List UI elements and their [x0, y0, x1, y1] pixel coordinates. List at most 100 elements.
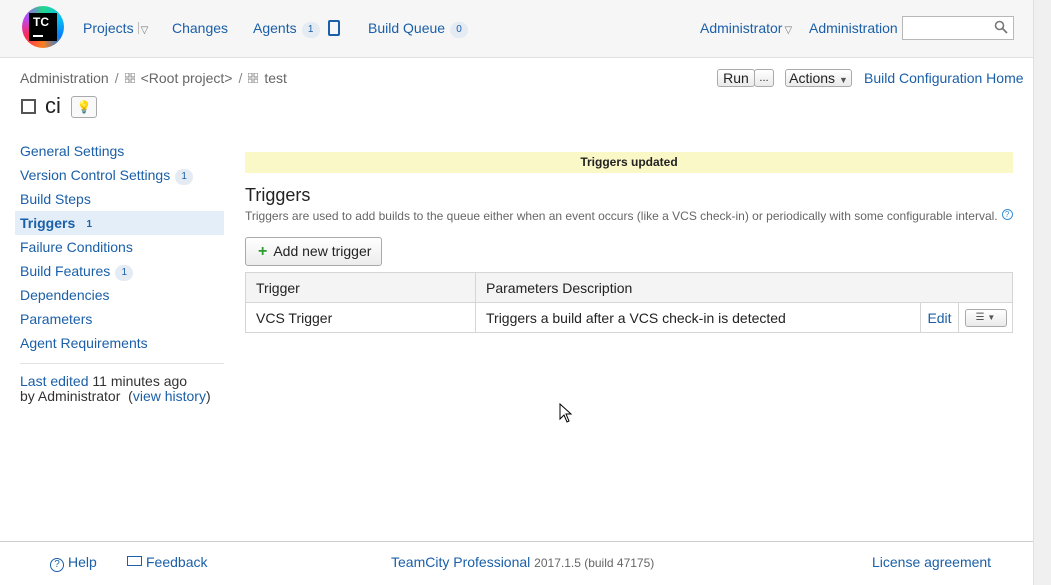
- sidebar-item-label: Triggers: [20, 215, 76, 231]
- license-agreement-link[interactable]: License agreement: [872, 554, 991, 570]
- edit-trigger-link[interactable]: Edit: [927, 310, 951, 326]
- nav-agents-label[interactable]: Agents: [253, 20, 297, 36]
- nav-projects[interactable]: Projects ▽: [83, 20, 148, 36]
- help-icon[interactable]: ?: [1001, 209, 1013, 220]
- breadcrumb: Administration / <Root project> / test: [20, 70, 287, 86]
- sidebar-item-label: Parameters: [20, 311, 93, 327]
- column-header-parameters: Parameters Description: [475, 272, 1013, 303]
- sidebar-count-badge: 1: [86, 219, 93, 230]
- row-menu-cell: ☰ ▼: [958, 302, 1013, 333]
- page-title: ci: [45, 93, 61, 118]
- sidebar-item-label: Version Control Settings: [20, 167, 171, 183]
- sidebar-divider: [20, 363, 224, 364]
- nav-agents[interactable]: Agents 1: [253, 20, 340, 38]
- nav-administration[interactable]: Administration: [809, 20, 898, 36]
- section-description-text: Triggers are used to add builds to the q…: [245, 209, 998, 223]
- last-edited-time: 11 minutes ago: [92, 373, 188, 389]
- sidebar-item-label: Failure Conditions: [20, 239, 133, 255]
- sidebar-item-label: Build Steps: [20, 191, 91, 207]
- help-link[interactable]: ? Help: [50, 554, 97, 572]
- trigger-description-cell: Triggers a build after a VCS check-in is…: [475, 302, 921, 333]
- sidebar-item-label: Dependencies: [20, 287, 110, 303]
- feedback-label: Feedback: [146, 554, 208, 570]
- question-icon: ?: [50, 558, 64, 572]
- run-button[interactable]: Run: [717, 69, 755, 87]
- sidebar-item-label: Agent Requirements: [20, 335, 148, 351]
- product-info: TeamCity Professional 2017.1.5 (build 47…: [391, 554, 654, 570]
- logo-text: TC: [33, 15, 49, 29]
- list-icon: ☰: [975, 311, 985, 323]
- sidebar-item-label: Build Features: [20, 263, 111, 279]
- success-banner: Triggers updated: [245, 152, 1013, 173]
- build-config-status-icon: [21, 99, 36, 114]
- triggers-table: Trigger Parameters Description VCS Trigg…: [245, 272, 1013, 333]
- project-grid-icon: [248, 73, 259, 83]
- last-edited-link[interactable]: Last edited: [20, 373, 89, 389]
- breadcrumb-separator: /: [238, 70, 243, 86]
- search-input[interactable]: [902, 16, 1014, 40]
- sidebar-item-parameters[interactable]: Parameters: [15, 307, 224, 331]
- last-edited-info: Last edited 11 minutes ago by Administra…: [20, 373, 211, 404]
- help-label: Help: [68, 554, 97, 570]
- sidebar-item-agent-requirements[interactable]: Agent Requirements: [15, 331, 224, 355]
- feedback-link[interactable]: Feedback: [127, 554, 207, 570]
- vertical-scrollbar[interactable]: [1033, 0, 1051, 585]
- top-header: TC Projects ▽ Changes Agents 1 Build Queue…: [0, 0, 1033, 58]
- sidebar-item-label: General Settings: [20, 143, 125, 159]
- breadcrumb-root-project[interactable]: <Root project>: [141, 70, 233, 86]
- plus-icon: +: [258, 243, 268, 260]
- run-options-button[interactable]: ...: [754, 69, 774, 87]
- build-configuration-home-link[interactable]: Build Configuration Home: [864, 70, 1024, 86]
- user-dropdown-icon[interactable]: ▽: [784, 25, 792, 36]
- breadcrumb-administration[interactable]: Administration: [20, 70, 109, 86]
- version-text: 2017.1.5 (build 47175): [534, 556, 655, 570]
- lightbulb-icon: 💡: [76, 100, 92, 114]
- nav-build-queue[interactable]: Build Queue 0: [368, 20, 469, 38]
- projects-dropdown-icon[interactable]: ▽: [141, 25, 149, 36]
- row-actions-button[interactable]: ☰ ▼: [964, 308, 1007, 327]
- chevron-down-icon: ▼: [838, 75, 848, 85]
- trigger-name-cell: VCS Trigger: [245, 302, 476, 333]
- edit-cell: Edit: [920, 302, 959, 333]
- chevron-down-icon: ▼: [987, 312, 996, 322]
- product-link[interactable]: TeamCity Professional: [391, 554, 530, 570]
- nav-user-menu[interactable]: Administrator ▽: [700, 20, 792, 36]
- sidebar: General Settings Version Control Setting…: [15, 139, 224, 404]
- view-history-link[interactable]: view history: [133, 388, 206, 404]
- actions-button[interactable]: Actions ▼: [785, 69, 852, 87]
- nav-changes[interactable]: Changes: [172, 20, 228, 36]
- project-grid-icon: [124, 73, 135, 83]
- agents-count-badge: 1: [301, 22, 320, 38]
- last-edited-by: by Administrator: [20, 388, 121, 404]
- sidebar-item-dependencies[interactable]: Dependencies: [15, 283, 224, 307]
- sidebar-item-build-steps[interactable]: Build Steps: [15, 187, 224, 211]
- sidebar-item-vcs-settings[interactable]: Version Control Settings 1: [15, 163, 224, 187]
- breadcrumb-separator: /: [114, 70, 119, 86]
- mouse-cursor-icon: [559, 403, 573, 423]
- user-name[interactable]: Administrator: [700, 20, 782, 36]
- search-icon[interactable]: [994, 20, 1008, 34]
- sidebar-count-badge: 1: [115, 265, 134, 281]
- nav-build-queue-label[interactable]: Build Queue: [368, 20, 445, 36]
- sidebar-item-build-features[interactable]: Build Features 1: [15, 259, 224, 283]
- breadcrumb-test[interactable]: test: [264, 70, 287, 86]
- footer: ? Help Feedback TeamCity Professional 201…: [0, 541, 1033, 585]
- column-header-trigger: Trigger: [245, 272, 476, 303]
- section-title: Triggers: [245, 185, 311, 205]
- table-header-row: Trigger Parameters Description: [245, 272, 1013, 303]
- envelope-icon: [127, 556, 142, 566]
- sidebar-count-badge: 1: [175, 169, 194, 185]
- add-new-trigger-button[interactable]: + Add new trigger: [245, 237, 382, 266]
- teamcity-logo[interactable]: TC: [22, 6, 64, 48]
- sidebar-item-triggers[interactable]: Triggers 1: [15, 211, 224, 235]
- lightbulb-button[interactable]: 💡: [71, 96, 97, 118]
- build-queue-count-badge: 0: [450, 22, 469, 38]
- section-description: Triggers are used to add builds to the q…: [245, 209, 1013, 223]
- logo-mark: TC: [29, 13, 57, 41]
- sidebar-item-failure-conditions[interactable]: Failure Conditions: [15, 235, 224, 259]
- agent-icon[interactable]: [327, 20, 340, 36]
- nav-divider: [137, 22, 139, 34]
- add-new-trigger-label: Add new trigger: [273, 243, 372, 259]
- nav-projects-label[interactable]: Projects: [83, 20, 134, 36]
- sidebar-item-general-settings[interactable]: General Settings: [15, 139, 224, 163]
